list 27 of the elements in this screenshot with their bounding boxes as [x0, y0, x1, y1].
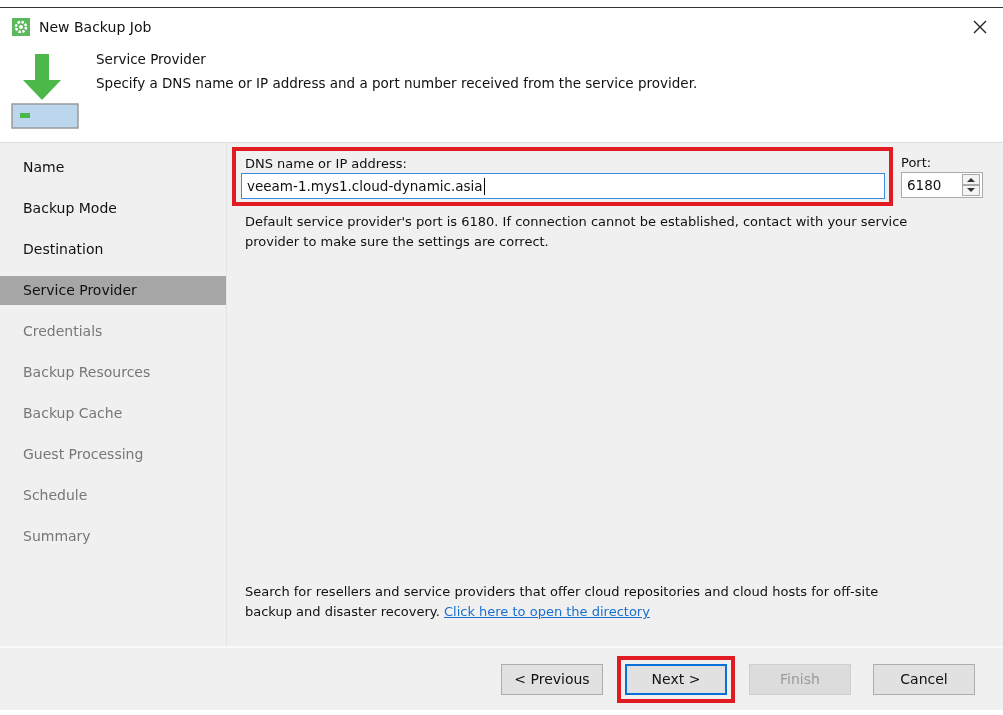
window-title: New Backup Job [39, 19, 153, 35]
hint-text: Default service provider's port is 6180. If connection cannot be established, contact with your service provider to make sure the settings are correct. [245, 213, 909, 251]
step-item[interactable]: Destination [0, 235, 226, 264]
port-field[interactable]: 6180 [901, 172, 983, 198]
download-drive-icon [11, 54, 81, 132]
address-label: DNS name or IP address: [245, 156, 408, 171]
spin-buttons-icon[interactable] [962, 174, 980, 196]
directory-link[interactable]: Click here to open the directory [443, 604, 650, 619]
step-item[interactable]: Summary [0, 522, 226, 551]
step-item[interactable]: Credentials [0, 317, 226, 346]
address-field[interactable]: veeam-1.mys1.cloud-dynamic.asia [241, 173, 885, 199]
page-title: Service Provider [96, 51, 207, 67]
step-item[interactable]: Name [0, 153, 226, 182]
port-label: Port: [901, 155, 933, 170]
step-item[interactable]: Backup Resources [0, 358, 226, 387]
wizard-button[interactable]: Cancel [873, 663, 975, 695]
close-icon[interactable] [973, 20, 987, 34]
step-item[interactable]: Schedule [0, 481, 226, 510]
gear-icon [12, 18, 30, 36]
step-item[interactable]: Backup Mode [0, 194, 226, 223]
step-item[interactable]: Guest Processing [0, 440, 226, 469]
step-item[interactable]: Backup Cache [0, 399, 226, 428]
page-description: Specify a DNS name or IP address and a port number received from the service provider. [96, 75, 698, 91]
wizard-button[interactable]: < Previous [501, 663, 603, 695]
step-item[interactable]: Service Provider [0, 276, 226, 305]
directory-text: Search for resellers and service providers that offer cloud repositories and cloud hosts for off-site backup and disaster recovery. Click here to open the directory [245, 583, 880, 621]
wizard-button[interactable]: Next > [625, 663, 727, 695]
